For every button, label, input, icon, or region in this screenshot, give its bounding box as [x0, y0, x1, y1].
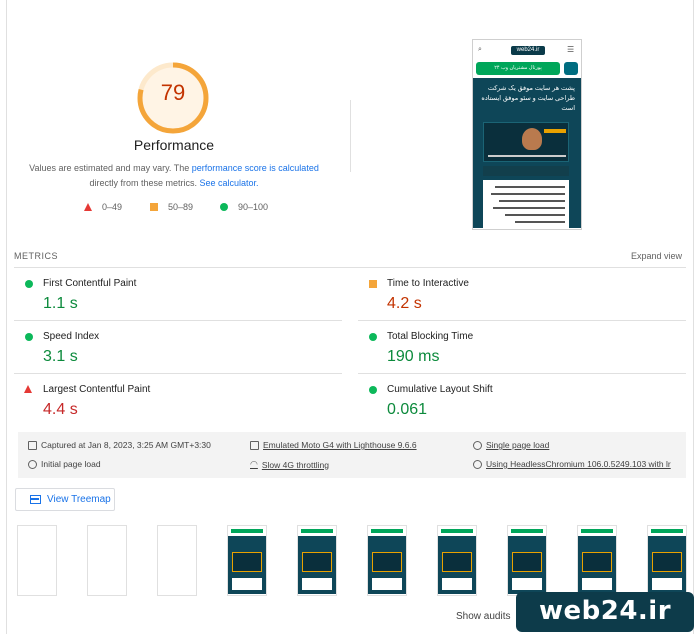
filmstrip-frame-blank: [17, 525, 57, 596]
metric-cls-name: Cumulative Layout Shift: [387, 384, 493, 395]
metric-tti-value: 4.2 s: [387, 295, 422, 312]
browser-version-text: Using HeadlessChromium 106.0.5249.103 wi…: [486, 459, 671, 469]
performance-description: Values are estimated and may vary. The p…: [20, 161, 328, 191]
metric-lcp-value: 4.4 s: [43, 401, 78, 418]
watermark-logo: web24.ir: [516, 592, 694, 632]
captured-at-text: Captured at Jan 8, 2023, 3:25 AM GMT+3:3…: [41, 440, 211, 450]
browser-version[interactable]: Using HeadlessChromium 106.0.5249.103 wi…: [473, 459, 671, 469]
single-page-load-text: Single page load: [486, 440, 550, 450]
show-audits-toggle[interactable]: Show audits: [456, 611, 510, 622]
throttling-text: Slow 4G throttling: [261, 459, 329, 470]
metric-fcp-name: First Contentful Paint: [43, 278, 137, 289]
left-border: [6, 0, 7, 634]
right-border: [693, 0, 694, 634]
browser-icon: [473, 459, 482, 469]
filmstrip-frame: [367, 525, 407, 596]
performance-title: Performance: [133, 137, 215, 153]
timer-icon: [28, 459, 37, 469]
filmstrip-frame: [647, 525, 687, 596]
network-throttling[interactable]: ◠ Slow 4G throttling: [250, 459, 329, 470]
legend-fail-range: 0–49: [102, 202, 123, 212]
fail-triangle-icon: [84, 203, 92, 211]
score-calculated-link[interactable]: performance score is calculated: [192, 163, 319, 173]
metrics-top-divider: [14, 267, 686, 268]
person-image: [522, 128, 542, 150]
filmstrip-frame-blank: [87, 525, 127, 596]
screenshot-logo: web24.ir: [511, 46, 545, 55]
screenshot-portal-button: پورتال مشتریان وب ۲۴: [476, 62, 560, 75]
legend-average: 50–89: [150, 202, 193, 212]
metric-fcp-value: 1.1 s: [43, 295, 78, 312]
device-icon: [250, 440, 259, 450]
phone-icon: [564, 62, 578, 75]
legend-average-range: 50–89: [168, 202, 194, 212]
desc-text-2: directly from these metrics.: [89, 178, 200, 188]
metric-lcp-name: Largest Contentful Paint: [43, 384, 151, 395]
badge-shape: [544, 129, 566, 133]
summary-divider: [350, 100, 351, 172]
legend-pass: 90–100: [220, 202, 268, 212]
performance-score: 79: [160, 80, 186, 105]
metrics-heading: METRICS: [14, 251, 58, 261]
filmstrip-frame: [227, 525, 267, 596]
screenshot-hero-text: پشت هر سایت موفق یک شرکت طراحی سایت و سئ…: [481, 85, 575, 112]
emulated-device-text: Emulated Moto G4 with Lighthouse 9.6.6: [263, 440, 417, 450]
screenshot-hero: پشت هر سایت موفق یک شرکت طراحی سایت و سئ…: [473, 78, 581, 228]
emulated-device[interactable]: Emulated Moto G4 with Lighthouse 9.6.6: [250, 440, 417, 450]
person-icon: [473, 440, 482, 450]
expand-view-toggle[interactable]: Expand view: [610, 251, 682, 261]
final-screenshot[interactable]: ⌕ web24.ir ☰ پورتال مشتریان وب ۲۴ پشت هر…: [472, 39, 582, 230]
filmstrip-frame-blank: [157, 525, 197, 596]
legend-pass-range: 90–100: [238, 202, 269, 212]
average-square-icon: [150, 203, 158, 211]
filmstrip-frame: [437, 525, 477, 596]
search-icon: ⌕: [478, 46, 482, 53]
screenshot-text-block: [483, 180, 569, 228]
desc-text-1: Values are estimated and may vary. The: [29, 163, 192, 173]
menu-icon: ☰: [567, 45, 575, 54]
filmstrip-frame: [297, 525, 337, 596]
captured-at: Captured at Jan 8, 2023, 3:25 AM GMT+3:3…: [28, 440, 211, 450]
calendar-icon: [28, 440, 37, 450]
video-progress: [488, 155, 566, 157]
pass-circle-icon: [220, 203, 228, 211]
metric-si-name: Speed Index: [43, 331, 100, 342]
fail-triangle-icon: [24, 385, 32, 393]
pass-circle-icon: [25, 280, 33, 288]
pass-circle-icon: [369, 386, 377, 394]
view-treemap-label: View Treemap: [47, 494, 111, 505]
screenshot-header: ⌕ web24.ir ☰: [473, 40, 581, 60]
initial-page-load-text: Initial page load: [41, 459, 101, 469]
metric-tbt-value: 190 ms: [387, 348, 440, 365]
watermark-text: web24.ir: [538, 596, 672, 626]
metric-tti-name: Time to Interactive: [387, 278, 469, 289]
filmstrip-frame: [577, 525, 617, 596]
see-calculator-link[interactable]: See calculator.: [199, 178, 258, 188]
treemap-icon: [30, 495, 41, 504]
pass-circle-icon: [369, 333, 377, 341]
legend-fail: 0–49: [84, 202, 122, 212]
screenshot-video-card: [483, 122, 569, 162]
average-square-icon: [369, 280, 377, 288]
view-treemap-button[interactable]: View Treemap: [15, 488, 115, 511]
screenshot-strip: [483, 166, 569, 176]
metric-cls-value: 0.061: [387, 401, 428, 418]
metric-tbt-name: Total Blocking Time: [387, 331, 474, 342]
filmstrip-frame: [507, 525, 547, 596]
screenshot-toolbar: پورتال مشتریان وب ۲۴: [476, 62, 578, 75]
wifi-icon: ◠: [250, 459, 258, 469]
runtime-settings-panel: Captured at Jan 8, 2023, 3:25 AM GMT+3:3…: [18, 432, 686, 478]
metric-si-value: 3.1 s: [43, 348, 78, 365]
pass-circle-icon: [25, 333, 33, 341]
single-page-load[interactable]: Single page load: [473, 440, 549, 450]
initial-page-load: Initial page load: [28, 459, 101, 469]
